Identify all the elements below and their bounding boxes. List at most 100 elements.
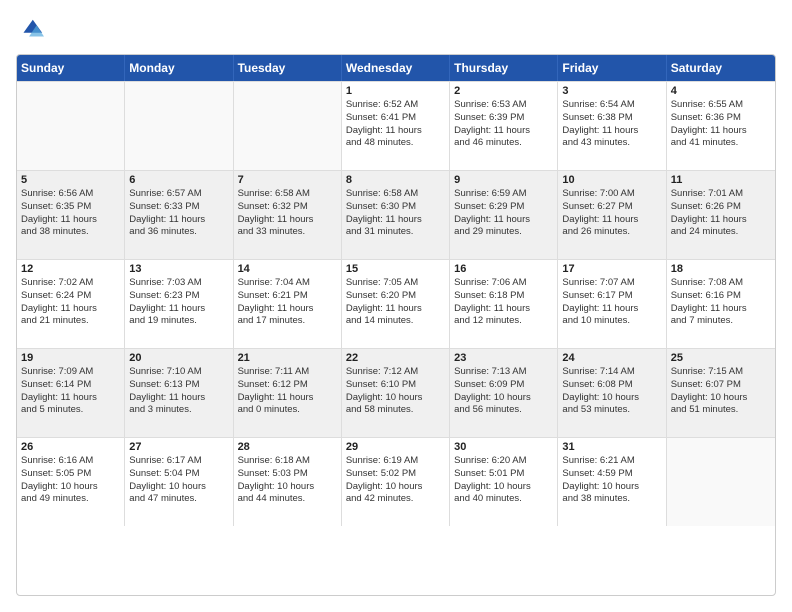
cal-header-thursday: Thursday <box>450 55 558 81</box>
day-number: 21 <box>238 352 337 364</box>
day-number: 14 <box>238 263 337 275</box>
day-info: Sunrise: 7:00 AM Sunset: 6:27 PM Dayligh… <box>562 188 661 239</box>
cal-row-0: 1 Sunrise: 6:52 AM Sunset: 6:41 PM Daylig… <box>17 81 775 170</box>
cal-row-4: 26 Sunrise: 6:16 AM Sunset: 5:05 PM Dayli… <box>17 437 775 526</box>
cal-cell-0-5: 3 Sunrise: 6:54 AM Sunset: 6:38 PM Daylig… <box>558 82 666 170</box>
day-number: 2 <box>454 85 553 97</box>
cal-cell-1-2: 7 Sunrise: 6:58 AM Sunset: 6:32 PM Daylig… <box>234 171 342 259</box>
cal-cell-1-0: 5 Sunrise: 6:56 AM Sunset: 6:35 PM Daylig… <box>17 171 125 259</box>
day-info: Sunrise: 6:55 AM Sunset: 6:36 PM Dayligh… <box>671 99 771 150</box>
cal-cell-2-5: 17 Sunrise: 7:07 AM Sunset: 6:17 PM Dayli… <box>558 260 666 348</box>
cal-cell-2-0: 12 Sunrise: 7:02 AM Sunset: 6:24 PM Dayli… <box>17 260 125 348</box>
cal-header-wednesday: Wednesday <box>342 55 450 81</box>
day-info: Sunrise: 7:13 AM Sunset: 6:09 PM Dayligh… <box>454 366 553 417</box>
cal-cell-3-6: 25Sunrise: 7:15 AM Sunset: 6:07 PM Dayli… <box>667 349 775 437</box>
day-number: 22 <box>346 352 445 364</box>
day-number: 29 <box>346 441 445 453</box>
cal-cell-2-2: 14 Sunrise: 7:04 AM Sunset: 6:21 PM Dayli… <box>234 260 342 348</box>
logo-icon <box>16 16 44 44</box>
day-number: 20 <box>129 352 228 364</box>
cal-row-1: 5 Sunrise: 6:56 AM Sunset: 6:35 PM Daylig… <box>17 170 775 259</box>
cal-cell-3-5: 24 Sunrise: 7:14 AM Sunset: 6:08 PM Dayli… <box>558 349 666 437</box>
cal-cell-2-6: 18Sunrise: 7:08 AM Sunset: 6:16 PM Dayli… <box>667 260 775 348</box>
day-info: Sunrise: 7:08 AM Sunset: 6:16 PM Dayligh… <box>671 277 771 328</box>
calendar-header: SundayMondayTuesdayWednesdayThursdayFrid… <box>17 55 775 81</box>
cal-cell-4-0: 26 Sunrise: 6:16 AM Sunset: 5:05 PM Dayli… <box>17 438 125 526</box>
day-number: 24 <box>562 352 661 364</box>
cal-header-monday: Monday <box>125 55 233 81</box>
day-info: Sunrise: 6:56 AM Sunset: 6:35 PM Dayligh… <box>21 188 120 239</box>
day-info: Sunrise: 6:52 AM Sunset: 6:41 PM Dayligh… <box>346 99 445 150</box>
day-number: 11 <box>671 174 771 186</box>
cal-cell-1-1: 6 Sunrise: 6:57 AM Sunset: 6:33 PM Daylig… <box>125 171 233 259</box>
day-info: Sunrise: 7:03 AM Sunset: 6:23 PM Dayligh… <box>129 277 228 328</box>
day-info: Sunrise: 7:06 AM Sunset: 6:18 PM Dayligh… <box>454 277 553 328</box>
cal-cell-3-4: 23 Sunrise: 7:13 AM Sunset: 6:09 PM Dayli… <box>450 349 558 437</box>
cal-header-friday: Friday <box>558 55 666 81</box>
day-info: Sunrise: 7:02 AM Sunset: 6:24 PM Dayligh… <box>21 277 120 328</box>
day-number: 15 <box>346 263 445 275</box>
day-number: 19 <box>21 352 120 364</box>
day-number: 12 <box>21 263 120 275</box>
cal-cell-0-0 <box>17 82 125 170</box>
day-info: Sunrise: 7:12 AM Sunset: 6:10 PM Dayligh… <box>346 366 445 417</box>
cal-cell-4-4: 30 Sunrise: 6:20 AM Sunset: 5:01 PM Dayli… <box>450 438 558 526</box>
day-info: Sunrise: 6:57 AM Sunset: 6:33 PM Dayligh… <box>129 188 228 239</box>
cal-cell-2-4: 16 Sunrise: 7:06 AM Sunset: 6:18 PM Dayli… <box>450 260 558 348</box>
day-info: Sunrise: 7:01 AM Sunset: 6:26 PM Dayligh… <box>671 188 771 239</box>
day-info: Sunrise: 6:58 AM Sunset: 6:30 PM Dayligh… <box>346 188 445 239</box>
day-number: 27 <box>129 441 228 453</box>
cal-cell-0-3: 1 Sunrise: 6:52 AM Sunset: 6:41 PM Daylig… <box>342 82 450 170</box>
cal-cell-4-2: 28 Sunrise: 6:18 AM Sunset: 5:03 PM Dayli… <box>234 438 342 526</box>
day-info: Sunrise: 6:16 AM Sunset: 5:05 PM Dayligh… <box>21 455 120 506</box>
day-info: Sunrise: 7:09 AM Sunset: 6:14 PM Dayligh… <box>21 366 120 417</box>
day-number: 6 <box>129 174 228 186</box>
day-number: 4 <box>671 85 771 97</box>
cal-cell-1-3: 8 Sunrise: 6:58 AM Sunset: 6:30 PM Daylig… <box>342 171 450 259</box>
day-info: Sunrise: 6:17 AM Sunset: 5:04 PM Dayligh… <box>129 455 228 506</box>
day-number: 7 <box>238 174 337 186</box>
day-info: Sunrise: 6:20 AM Sunset: 5:01 PM Dayligh… <box>454 455 553 506</box>
day-info: Sunrise: 7:15 AM Sunset: 6:07 PM Dayligh… <box>671 366 771 417</box>
logo <box>16 16 48 44</box>
cal-cell-4-6 <box>667 438 775 526</box>
calendar: SundayMondayTuesdayWednesdayThursdayFrid… <box>16 54 776 596</box>
cal-cell-2-1: 13Sunrise: 7:03 AM Sunset: 6:23 PM Dayli… <box>125 260 233 348</box>
day-number: 31 <box>562 441 661 453</box>
page-header <box>16 16 776 44</box>
day-info: Sunrise: 7:04 AM Sunset: 6:21 PM Dayligh… <box>238 277 337 328</box>
cal-cell-4-3: 29Sunrise: 6:19 AM Sunset: 5:02 PM Dayli… <box>342 438 450 526</box>
calendar-body: 1 Sunrise: 6:52 AM Sunset: 6:41 PM Daylig… <box>17 81 775 526</box>
day-number: 17 <box>562 263 661 275</box>
cal-cell-0-1 <box>125 82 233 170</box>
day-number: 8 <box>346 174 445 186</box>
cal-cell-3-1: 20Sunrise: 7:10 AM Sunset: 6:13 PM Dayli… <box>125 349 233 437</box>
cal-cell-0-4: 2 Sunrise: 6:53 AM Sunset: 6:39 PM Daylig… <box>450 82 558 170</box>
day-number: 5 <box>21 174 120 186</box>
day-number: 30 <box>454 441 553 453</box>
cal-cell-4-1: 27 Sunrise: 6:17 AM Sunset: 5:04 PM Dayli… <box>125 438 233 526</box>
day-info: Sunrise: 6:18 AM Sunset: 5:03 PM Dayligh… <box>238 455 337 506</box>
cal-header-saturday: Saturday <box>667 55 775 81</box>
day-number: 3 <box>562 85 661 97</box>
day-number: 28 <box>238 441 337 453</box>
day-info: Sunrise: 6:54 AM Sunset: 6:38 PM Dayligh… <box>562 99 661 150</box>
day-info: Sunrise: 6:59 AM Sunset: 6:29 PM Dayligh… <box>454 188 553 239</box>
day-number: 9 <box>454 174 553 186</box>
day-number: 1 <box>346 85 445 97</box>
day-info: Sunrise: 6:58 AM Sunset: 6:32 PM Dayligh… <box>238 188 337 239</box>
day-number: 23 <box>454 352 553 364</box>
cal-row-3: 19 Sunrise: 7:09 AM Sunset: 6:14 PM Dayli… <box>17 348 775 437</box>
cal-row-2: 12 Sunrise: 7:02 AM Sunset: 6:24 PM Dayli… <box>17 259 775 348</box>
day-info: Sunrise: 7:11 AM Sunset: 6:12 PM Dayligh… <box>238 366 337 417</box>
cal-header-sunday: Sunday <box>17 55 125 81</box>
day-info: Sunrise: 7:05 AM Sunset: 6:20 PM Dayligh… <box>346 277 445 328</box>
day-info: Sunrise: 7:14 AM Sunset: 6:08 PM Dayligh… <box>562 366 661 417</box>
day-info: Sunrise: 6:53 AM Sunset: 6:39 PM Dayligh… <box>454 99 553 150</box>
day-info: Sunrise: 7:07 AM Sunset: 6:17 PM Dayligh… <box>562 277 661 328</box>
cal-header-tuesday: Tuesday <box>234 55 342 81</box>
cal-cell-1-5: 10Sunrise: 7:00 AM Sunset: 6:27 PM Dayli… <box>558 171 666 259</box>
day-number: 26 <box>21 441 120 453</box>
day-number: 16 <box>454 263 553 275</box>
cal-cell-3-3: 22 Sunrise: 7:12 AM Sunset: 6:10 PM Dayli… <box>342 349 450 437</box>
